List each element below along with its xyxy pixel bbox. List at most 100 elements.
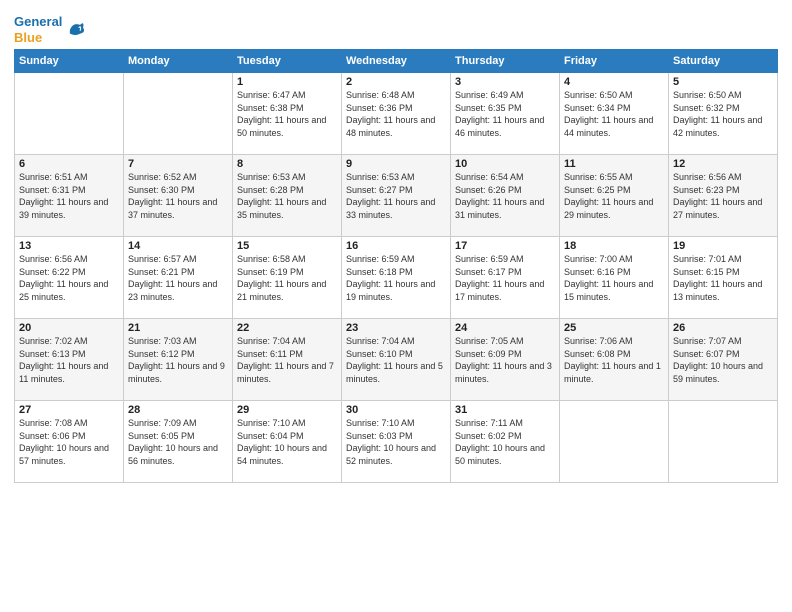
header-wednesday: Wednesday — [342, 50, 451, 73]
day-cell: 4Sunrise: 6:50 AMSunset: 6:34 PMDaylight… — [560, 73, 669, 155]
day-cell — [124, 73, 233, 155]
header-monday: Monday — [124, 50, 233, 73]
day-number: 4 — [564, 76, 664, 88]
day-number: 24 — [455, 322, 555, 334]
day-number: 28 — [128, 404, 228, 416]
day-cell: 1Sunrise: 6:47 AMSunset: 6:38 PMDaylight… — [233, 73, 342, 155]
day-info: Sunrise: 6:54 AMSunset: 6:26 PMDaylight:… — [455, 171, 555, 221]
day-number: 8 — [237, 158, 337, 170]
day-cell — [560, 401, 669, 483]
day-cell: 26Sunrise: 7:07 AMSunset: 6:07 PMDayligh… — [669, 319, 778, 401]
day-number: 27 — [19, 404, 119, 416]
week-row-2: 6Sunrise: 6:51 AMSunset: 6:31 PMDaylight… — [15, 155, 778, 237]
day-number: 25 — [564, 322, 664, 334]
day-info: Sunrise: 6:49 AMSunset: 6:35 PMDaylight:… — [455, 89, 555, 139]
day-cell: 2Sunrise: 6:48 AMSunset: 6:36 PMDaylight… — [342, 73, 451, 155]
day-number: 3 — [455, 76, 555, 88]
day-cell: 28Sunrise: 7:09 AMSunset: 6:05 PMDayligh… — [124, 401, 233, 483]
page-header: GeneralBlue — [14, 10, 778, 45]
day-info: Sunrise: 6:47 AMSunset: 6:38 PMDaylight:… — [237, 89, 337, 139]
day-info: Sunrise: 7:10 AMSunset: 6:03 PMDaylight:… — [346, 417, 446, 467]
calendar-page: GeneralBlue SundayMondayTuesdayWednesday… — [0, 0, 792, 612]
day-cell: 12Sunrise: 6:56 AMSunset: 6:23 PMDayligh… — [669, 155, 778, 237]
day-cell: 21Sunrise: 7:03 AMSunset: 6:12 PMDayligh… — [124, 319, 233, 401]
day-info: Sunrise: 6:59 AMSunset: 6:17 PMDaylight:… — [455, 253, 555, 303]
day-cell: 11Sunrise: 6:55 AMSunset: 6:25 PMDayligh… — [560, 155, 669, 237]
day-number: 22 — [237, 322, 337, 334]
day-info: Sunrise: 7:04 AMSunset: 6:11 PMDaylight:… — [237, 335, 337, 385]
header-saturday: Saturday — [669, 50, 778, 73]
day-number: 23 — [346, 322, 446, 334]
day-info: Sunrise: 6:50 AMSunset: 6:32 PMDaylight:… — [673, 89, 773, 139]
header-tuesday: Tuesday — [233, 50, 342, 73]
day-cell: 23Sunrise: 7:04 AMSunset: 6:10 PMDayligh… — [342, 319, 451, 401]
day-info: Sunrise: 7:05 AMSunset: 6:09 PMDaylight:… — [455, 335, 555, 385]
day-info: Sunrise: 7:10 AMSunset: 6:04 PMDaylight:… — [237, 417, 337, 467]
day-cell: 14Sunrise: 6:57 AMSunset: 6:21 PMDayligh… — [124, 237, 233, 319]
day-info: Sunrise: 7:02 AMSunset: 6:13 PMDaylight:… — [19, 335, 119, 385]
day-info: Sunrise: 6:55 AMSunset: 6:25 PMDaylight:… — [564, 171, 664, 221]
day-info: Sunrise: 6:58 AMSunset: 6:19 PMDaylight:… — [237, 253, 337, 303]
day-number: 21 — [128, 322, 228, 334]
day-cell: 18Sunrise: 7:00 AMSunset: 6:16 PMDayligh… — [560, 237, 669, 319]
day-cell: 7Sunrise: 6:52 AMSunset: 6:30 PMDaylight… — [124, 155, 233, 237]
day-cell: 19Sunrise: 7:01 AMSunset: 6:15 PMDayligh… — [669, 237, 778, 319]
header-friday: Friday — [560, 50, 669, 73]
day-number: 20 — [19, 322, 119, 334]
day-cell: 10Sunrise: 6:54 AMSunset: 6:26 PMDayligh… — [451, 155, 560, 237]
day-number: 11 — [564, 158, 664, 170]
day-number: 14 — [128, 240, 228, 252]
day-cell: 31Sunrise: 7:11 AMSunset: 6:02 PMDayligh… — [451, 401, 560, 483]
day-info: Sunrise: 6:56 AMSunset: 6:23 PMDaylight:… — [673, 171, 773, 221]
header-thursday: Thursday — [451, 50, 560, 73]
day-number: 31 — [455, 404, 555, 416]
day-cell: 20Sunrise: 7:02 AMSunset: 6:13 PMDayligh… — [15, 319, 124, 401]
day-info: Sunrise: 6:51 AMSunset: 6:31 PMDaylight:… — [19, 171, 119, 221]
header-sunday: Sunday — [15, 50, 124, 73]
day-info: Sunrise: 7:11 AMSunset: 6:02 PMDaylight:… — [455, 417, 555, 467]
day-info: Sunrise: 6:57 AMSunset: 6:21 PMDaylight:… — [128, 253, 228, 303]
day-info: Sunrise: 6:53 AMSunset: 6:28 PMDaylight:… — [237, 171, 337, 221]
logo: GeneralBlue — [14, 14, 86, 45]
day-cell: 5Sunrise: 6:50 AMSunset: 6:32 PMDaylight… — [669, 73, 778, 155]
day-cell: 27Sunrise: 7:08 AMSunset: 6:06 PMDayligh… — [15, 401, 124, 483]
day-number: 9 — [346, 158, 446, 170]
day-info: Sunrise: 7:03 AMSunset: 6:12 PMDaylight:… — [128, 335, 228, 385]
week-row-4: 20Sunrise: 7:02 AMSunset: 6:13 PMDayligh… — [15, 319, 778, 401]
day-cell: 30Sunrise: 7:10 AMSunset: 6:03 PMDayligh… — [342, 401, 451, 483]
days-header-row: SundayMondayTuesdayWednesdayThursdayFrid… — [15, 50, 778, 73]
day-info: Sunrise: 6:52 AMSunset: 6:30 PMDaylight:… — [128, 171, 228, 221]
day-info: Sunrise: 6:53 AMSunset: 6:27 PMDaylight:… — [346, 171, 446, 221]
day-cell: 15Sunrise: 6:58 AMSunset: 6:19 PMDayligh… — [233, 237, 342, 319]
day-info: Sunrise: 6:59 AMSunset: 6:18 PMDaylight:… — [346, 253, 446, 303]
day-number: 15 — [237, 240, 337, 252]
day-info: Sunrise: 7:09 AMSunset: 6:05 PMDaylight:… — [128, 417, 228, 467]
day-number: 18 — [564, 240, 664, 252]
day-info: Sunrise: 7:04 AMSunset: 6:10 PMDaylight:… — [346, 335, 446, 385]
day-number: 16 — [346, 240, 446, 252]
day-info: Sunrise: 7:07 AMSunset: 6:07 PMDaylight:… — [673, 335, 773, 385]
day-number: 13 — [19, 240, 119, 252]
day-cell: 25Sunrise: 7:06 AMSunset: 6:08 PMDayligh… — [560, 319, 669, 401]
day-info: Sunrise: 7:08 AMSunset: 6:06 PMDaylight:… — [19, 417, 119, 467]
day-cell — [669, 401, 778, 483]
day-cell: 13Sunrise: 6:56 AMSunset: 6:22 PMDayligh… — [15, 237, 124, 319]
day-cell: 9Sunrise: 6:53 AMSunset: 6:27 PMDaylight… — [342, 155, 451, 237]
day-number: 2 — [346, 76, 446, 88]
day-info: Sunrise: 7:06 AMSunset: 6:08 PMDaylight:… — [564, 335, 664, 385]
day-cell: 6Sunrise: 6:51 AMSunset: 6:31 PMDaylight… — [15, 155, 124, 237]
day-cell: 17Sunrise: 6:59 AMSunset: 6:17 PMDayligh… — [451, 237, 560, 319]
day-info: Sunrise: 6:56 AMSunset: 6:22 PMDaylight:… — [19, 253, 119, 303]
day-info: Sunrise: 6:48 AMSunset: 6:36 PMDaylight:… — [346, 89, 446, 139]
day-cell: 29Sunrise: 7:10 AMSunset: 6:04 PMDayligh… — [233, 401, 342, 483]
day-cell: 24Sunrise: 7:05 AMSunset: 6:09 PMDayligh… — [451, 319, 560, 401]
day-cell: 8Sunrise: 6:53 AMSunset: 6:28 PMDaylight… — [233, 155, 342, 237]
day-cell: 22Sunrise: 7:04 AMSunset: 6:11 PMDayligh… — [233, 319, 342, 401]
week-row-3: 13Sunrise: 6:56 AMSunset: 6:22 PMDayligh… — [15, 237, 778, 319]
day-cell: 3Sunrise: 6:49 AMSunset: 6:35 PMDaylight… — [451, 73, 560, 155]
week-row-5: 27Sunrise: 7:08 AMSunset: 6:06 PMDayligh… — [15, 401, 778, 483]
logo-text: GeneralBlue — [14, 14, 62, 45]
day-number: 26 — [673, 322, 773, 334]
day-number: 7 — [128, 158, 228, 170]
logo-icon — [64, 19, 86, 41]
